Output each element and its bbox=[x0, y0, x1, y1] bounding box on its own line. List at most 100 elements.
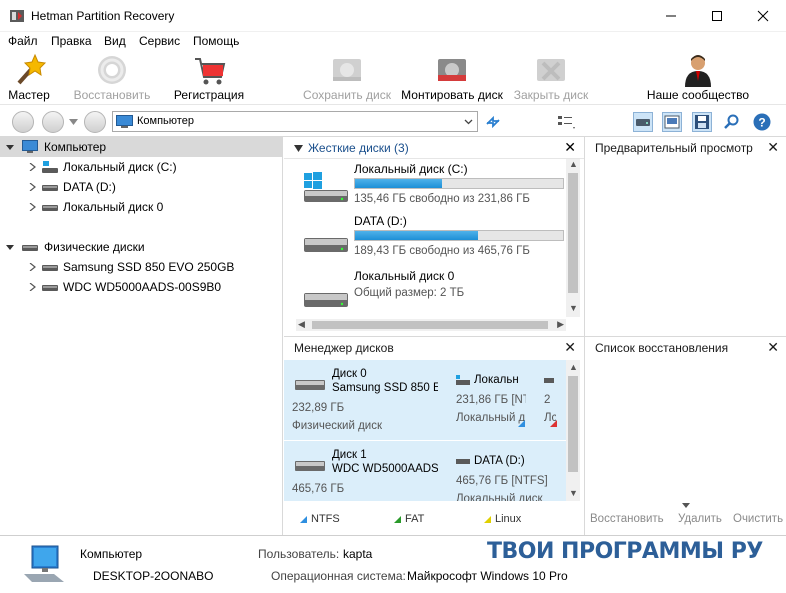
collapsed-arrow-icon[interactable] bbox=[28, 263, 36, 271]
other-marker-icon bbox=[550, 420, 557, 427]
disk-manager-title: Менеджер дисков bbox=[294, 341, 394, 355]
tree-label: Физические диски bbox=[44, 240, 145, 254]
mount-disk-button[interactable]: Монтировать диск bbox=[400, 51, 504, 105]
menu-service[interactable]: Сервис bbox=[139, 34, 180, 48]
scroll-up-icon[interactable]: ▲ bbox=[569, 362, 578, 372]
collapse-arrow-icon[interactable] bbox=[294, 145, 303, 152]
delete-action[interactable]: Удалить bbox=[678, 513, 722, 525]
drive-item-c[interactable]: Локальный диск (C:) 135,46 ГБ свободно и… bbox=[284, 160, 566, 215]
search-icon[interactable] bbox=[722, 112, 742, 132]
menu-file[interactable]: Файл bbox=[8, 34, 38, 48]
partition-size: 465,76 ГБ [NTFS] bbox=[456, 475, 548, 487]
scroll-down-icon[interactable]: ▼ bbox=[569, 303, 578, 313]
horizontal-scrollbar[interactable]: ◀ ▶ bbox=[296, 319, 566, 331]
windows-drive-icon bbox=[42, 161, 58, 173]
register-label: Регистрация bbox=[173, 88, 245, 102]
forward-button[interactable] bbox=[42, 111, 64, 133]
chevron-down-icon[interactable] bbox=[682, 503, 690, 508]
disk-card-0[interactable]: Диск 0 Samsung SSD 850 EVO 232,89 ГБ Физ… bbox=[284, 360, 566, 440]
drive-name: Локальный диск (C:) bbox=[354, 162, 468, 176]
collapsed-arrow-icon[interactable] bbox=[28, 183, 36, 191]
scroll-right-icon[interactable]: ▶ bbox=[557, 319, 564, 330]
windows-drive-icon bbox=[456, 375, 470, 385]
scroll-left-icon[interactable]: ◀ bbox=[298, 319, 305, 330]
mount-disk-label: Монтировать диск bbox=[401, 88, 503, 102]
ntfs-marker-icon bbox=[518, 420, 525, 427]
master-button[interactable]: Мастер bbox=[6, 51, 52, 105]
minimize-button[interactable] bbox=[648, 0, 694, 32]
disk-manager-close-icon[interactable]: ✕ bbox=[564, 339, 576, 356]
drive-item-0[interactable]: Локальный диск 0 Общий размер: 2 ТБ bbox=[284, 267, 566, 322]
tree-item-drive-c[interactable]: Локальный диск (C:) bbox=[0, 157, 283, 177]
community-label: Наше сообщество bbox=[646, 88, 750, 102]
collapsed-arrow-icon[interactable] bbox=[28, 163, 36, 171]
address-combobox[interactable]: Компьютер bbox=[112, 111, 478, 132]
expanded-arrow-icon[interactable] bbox=[6, 243, 14, 251]
close-button[interactable] bbox=[740, 0, 786, 32]
status-computer-label: Компьютер bbox=[80, 547, 143, 561]
hard-disks-close-icon[interactable]: ✕ bbox=[564, 139, 576, 156]
tree-item-samsung-ssd[interactable]: Samsung SSD 850 EVO 250GB bbox=[0, 257, 283, 277]
legend-label: NTFS bbox=[311, 513, 340, 525]
preview-panel: Предварительный просмотр ✕ bbox=[584, 137, 786, 336]
usage-bar bbox=[354, 230, 564, 241]
ntfs-color-icon bbox=[300, 516, 307, 523]
community-button[interactable]: Наше сообщество bbox=[646, 51, 750, 105]
tree-item-drive-d[interactable]: DATA (D:) bbox=[0, 177, 283, 197]
restore-button[interactable]: Восстановить bbox=[72, 51, 152, 105]
tree-item-drive-0[interactable]: Локальный диск 0 bbox=[0, 197, 283, 217]
restore-label: Восстановить bbox=[73, 88, 151, 102]
clear-action[interactable]: Очистить bbox=[733, 513, 783, 525]
mount-disk-icon bbox=[438, 59, 466, 81]
refresh-icon[interactable] bbox=[483, 112, 503, 132]
toggle-recovery-panel-button[interactable] bbox=[692, 112, 712, 132]
preview-close-icon[interactable]: ✕ bbox=[767, 139, 779, 156]
restore-action[interactable]: Восстановить bbox=[590, 513, 664, 525]
disk-card-1[interactable]: Диск 1 WDC WD5000AADS-0 465,76 ГБ DATA (… bbox=[284, 441, 566, 501]
vertical-scrollbar[interactable]: ▲ ▼ bbox=[566, 360, 580, 501]
close-icon bbox=[757, 10, 769, 22]
preview-header: Предварительный просмотр ✕ bbox=[585, 137, 786, 159]
scroll-thumb[interactable] bbox=[568, 173, 578, 293]
scroll-thumb[interactable] bbox=[312, 321, 548, 329]
toggle-preview-panel-button[interactable] bbox=[662, 112, 682, 132]
menu-view[interactable]: Вид bbox=[104, 34, 126, 48]
vertical-scrollbar[interactable]: ▲ ▼ bbox=[566, 159, 580, 317]
computer-icon bbox=[22, 140, 38, 153]
tree-item-physical-disks[interactable]: Физические диски bbox=[0, 237, 283, 257]
drive-info: 189,43 ГБ свободно из 465,76 ГБ bbox=[354, 245, 530, 257]
lifebuoy-icon bbox=[98, 56, 126, 84]
drive-item-d[interactable]: DATA (D:) 189,43 ГБ свободно из 465,76 Г… bbox=[284, 212, 566, 267]
maximize-icon bbox=[712, 11, 722, 21]
history-dropdown-icon[interactable] bbox=[69, 119, 78, 125]
menu-edit[interactable]: Правка bbox=[51, 34, 92, 48]
app-logo-icon bbox=[10, 10, 24, 22]
status-bar: Компьютер DESKTOP-2OONABO Пользователь: … bbox=[0, 535, 786, 593]
scroll-down-icon[interactable]: ▼ bbox=[569, 488, 578, 498]
up-button[interactable] bbox=[84, 111, 106, 133]
drive-icon bbox=[42, 285, 58, 291]
address-value: Компьютер bbox=[137, 115, 194, 127]
maximize-button[interactable] bbox=[694, 0, 740, 32]
help-icon[interactable]: ? bbox=[752, 112, 772, 132]
collapsed-arrow-icon[interactable] bbox=[28, 203, 36, 211]
register-button[interactable]: Регистрация bbox=[172, 51, 246, 105]
scroll-thumb[interactable] bbox=[568, 376, 578, 472]
save-disk-button[interactable]: Сохранить диск bbox=[302, 51, 392, 105]
back-button[interactable] bbox=[12, 111, 34, 133]
recovery-list-close-icon[interactable]: ✕ bbox=[767, 339, 779, 356]
title-bar: Hetman Partition Recovery bbox=[0, 0, 786, 32]
user-icon bbox=[685, 55, 711, 87]
close-disk-label: Закрыть диск bbox=[513, 88, 589, 102]
tree-item-wdc[interactable]: WDC WD5000AADS-00S9B0 bbox=[0, 277, 283, 297]
scroll-up-icon[interactable]: ▲ bbox=[569, 159, 578, 169]
menu-help[interactable]: Помощь bbox=[193, 34, 239, 48]
toggle-disks-panel-button[interactable] bbox=[633, 112, 653, 132]
collapsed-arrow-icon[interactable] bbox=[28, 283, 36, 291]
tree-item-computer[interactable]: Компьютер bbox=[0, 137, 283, 157]
expanded-arrow-icon[interactable] bbox=[6, 143, 14, 151]
close-disk-button[interactable]: Закрыть диск bbox=[512, 51, 590, 105]
shopping-cart-icon bbox=[195, 58, 226, 85]
status-user-label: Пользователь: bbox=[258, 547, 340, 561]
view-mode-icon[interactable] bbox=[556, 112, 576, 132]
